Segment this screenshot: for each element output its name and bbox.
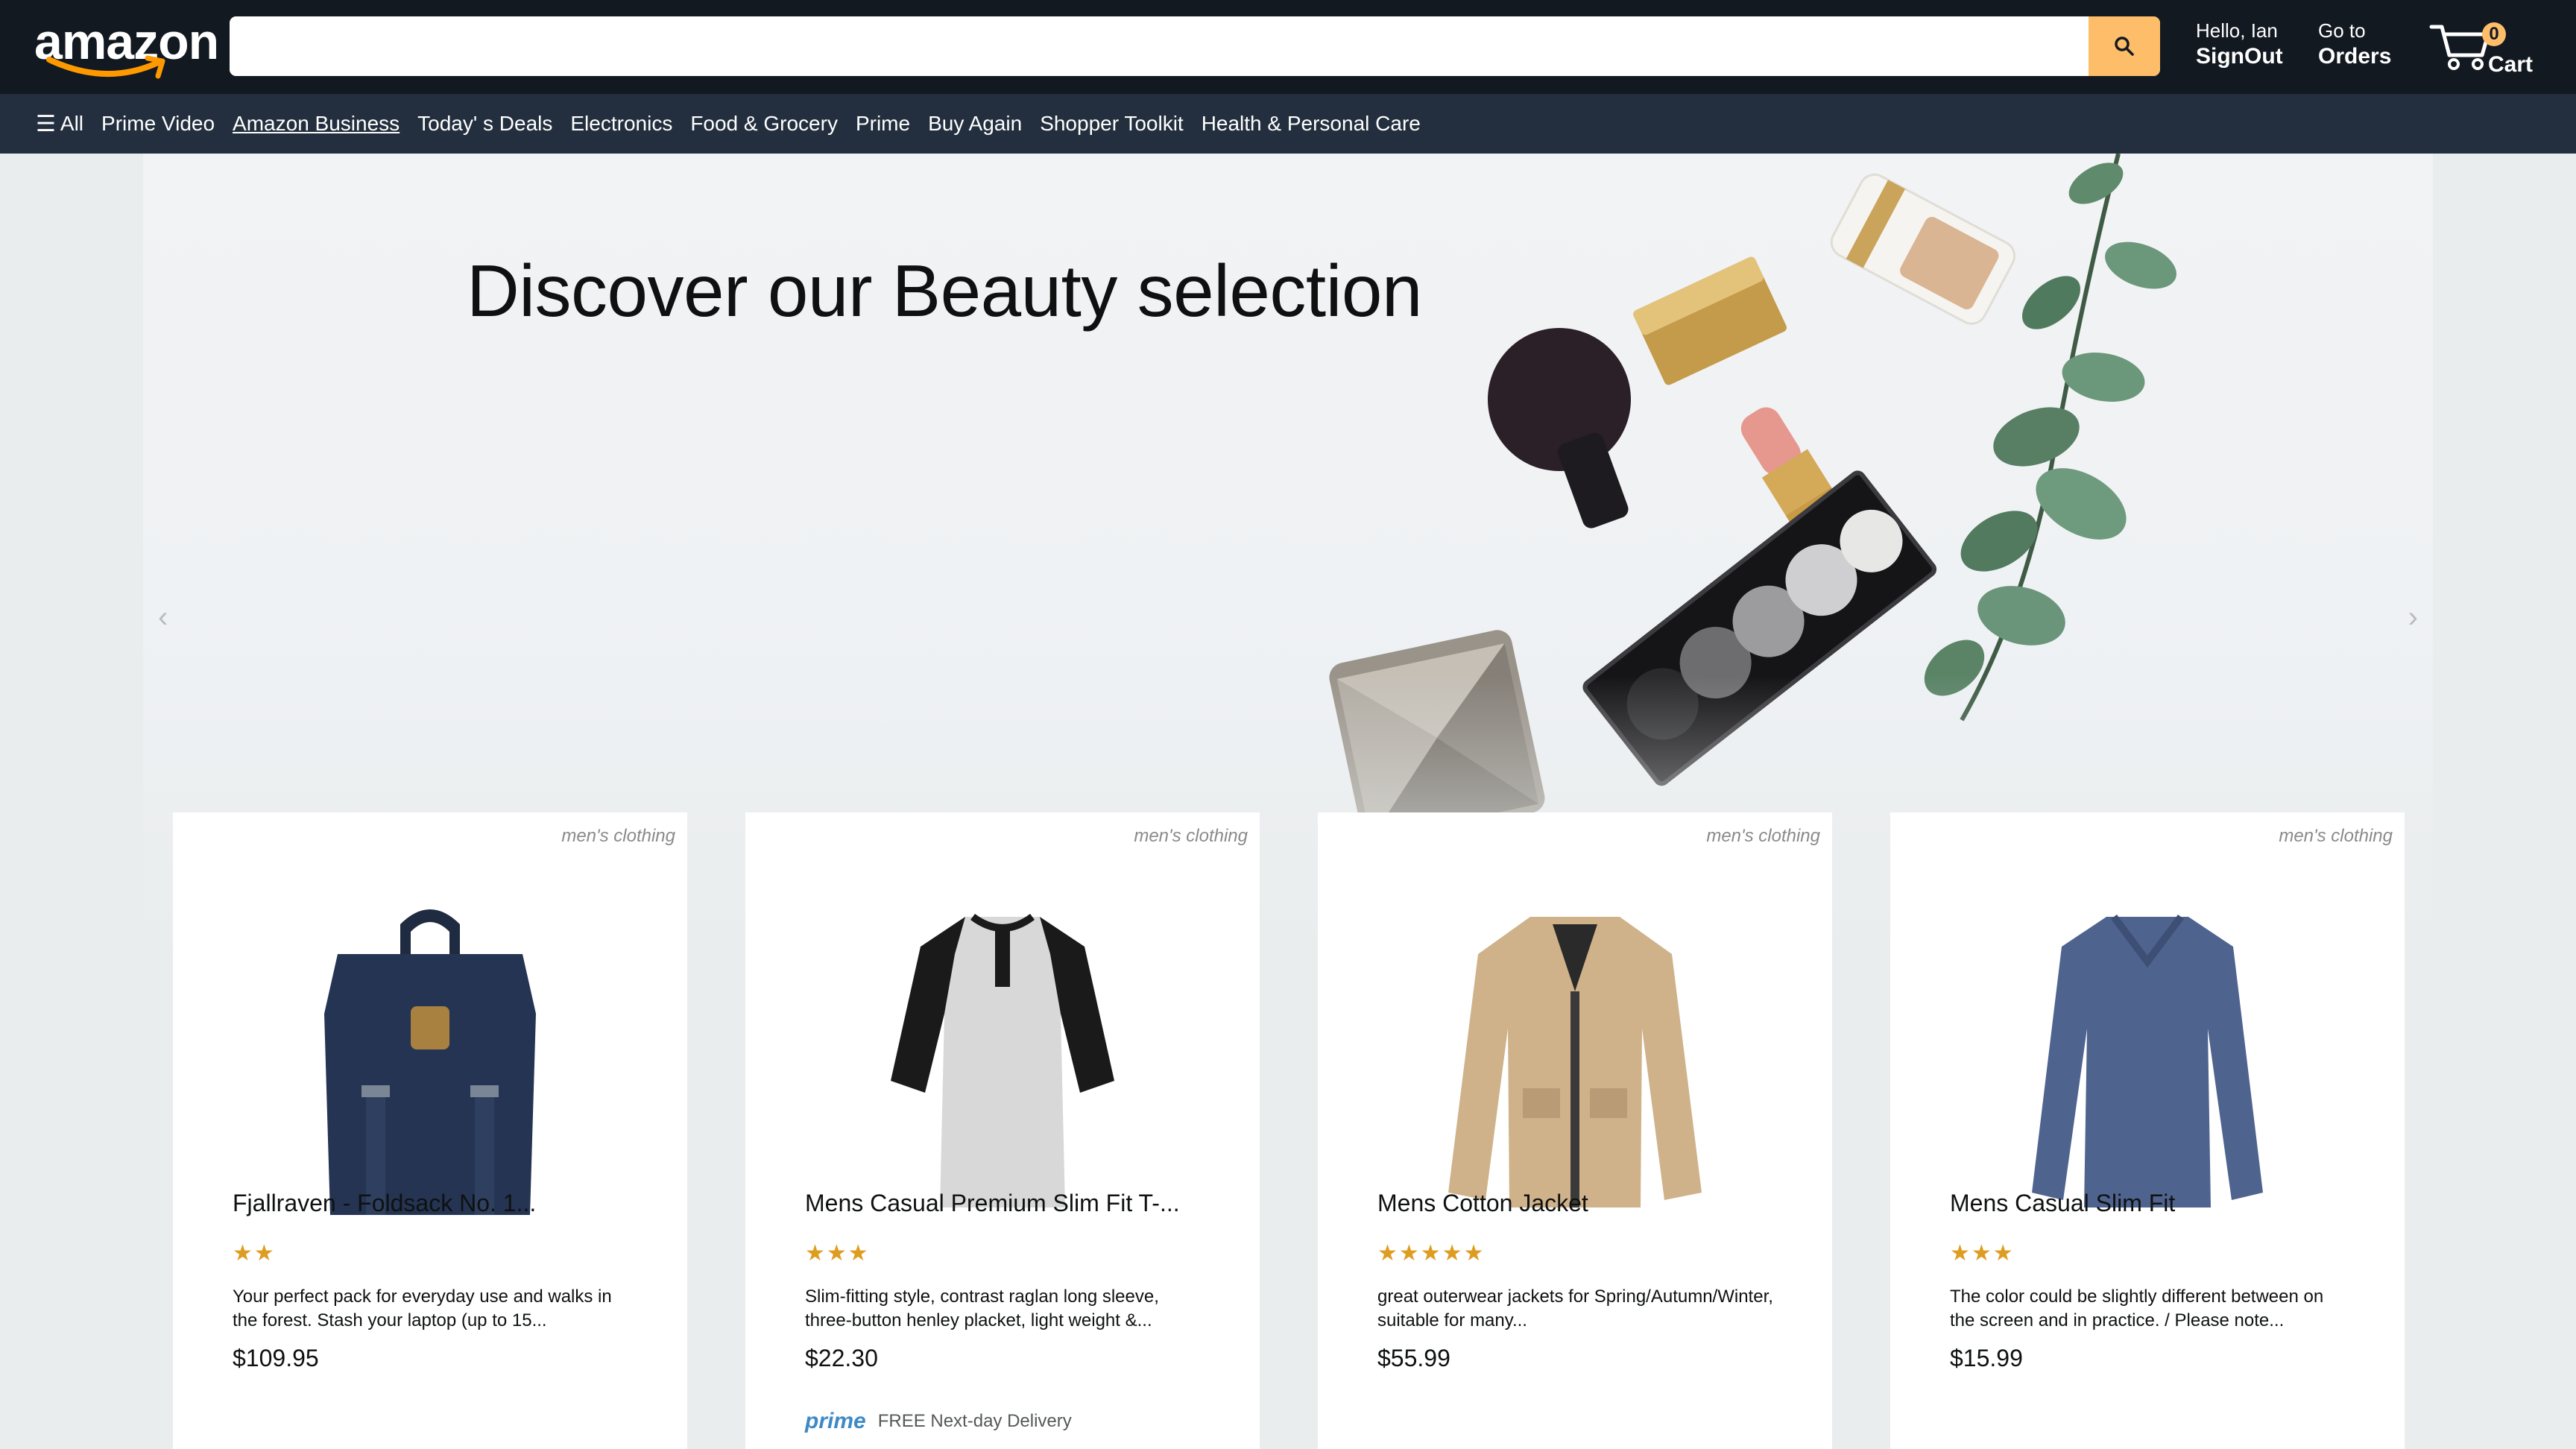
all-menu-button[interactable]: ☰ All — [36, 111, 83, 137]
product-description: Slim-fitting style, contrast raglan long… — [805, 1287, 1159, 1330]
top-header: amazon Hello, Ian SignOut Go to Orders 0… — [0, 0, 2576, 94]
nav-electronics[interactable]: Electronics — [570, 112, 672, 136]
logo-smile-icon — [46, 55, 165, 79]
nav-buy-again[interactable]: Buy Again — [928, 112, 1022, 136]
star-rating: ★★★ — [805, 1241, 870, 1266]
product-title[interactable]: Mens Casual Premium Slim Fit T-... — [805, 1190, 1222, 1217]
star-rating: ★★★ — [1950, 1241, 2015, 1266]
product-category: men's clothing — [2279, 826, 2393, 846]
product-title[interactable]: Mens Casual Slim Fit — [1950, 1190, 2367, 1217]
delivery-text: FREE Next-day Delivery — [877, 1411, 1072, 1431]
amazon-logo[interactable]: amazon — [34, 12, 219, 79]
cart-label: Cart — [2488, 52, 2534, 77]
cart-count-badge: 0 — [2482, 22, 2506, 46]
product-card[interactable]: men's clothing Fjallraven - Foldsack No.… — [173, 812, 687, 1449]
nav-shopper-toolkit[interactable]: Shopper Toolkit — [1040, 112, 1184, 136]
search-button[interactable] — [2089, 16, 2160, 76]
product-card[interactable]: men's clothing Mens Cotton Jacket ★★★★★ … — [1318, 812, 1832, 1449]
orders-big-text: Orders — [2318, 44, 2392, 69]
product-title[interactable]: Mens Cotton Jacket — [1377, 1190, 1795, 1217]
sub-navigation: ☰ All Prime Video Amazon Business Today'… — [0, 94, 2576, 154]
star-rating: ★★★★★ — [1377, 1241, 1486, 1266]
product-price: $55.99 — [1377, 1345, 1450, 1371]
all-menu-label: All — [60, 112, 84, 135]
product-category: men's clothing — [561, 826, 675, 846]
orders-link[interactable]: Go to Orders — [2318, 19, 2391, 72]
star-rating: ★★ — [233, 1241, 276, 1266]
cotton-jacket-image — [1448, 917, 1702, 1208]
slim-fit-shirt-image — [2032, 915, 2263, 1208]
product-price: $109.95 — [233, 1345, 319, 1371]
product-card[interactable]: men's clothing Mens Casual Premium Slim … — [745, 812, 1260, 1449]
search-bar — [230, 16, 2160, 76]
product-category: men's clothing — [1134, 826, 1248, 846]
product-category: men's clothing — [1706, 826, 1820, 846]
backpack-image — [324, 909, 536, 1215]
nav-todays-deals[interactable]: Today' s Deals — [417, 112, 552, 136]
search-input[interactable] — [230, 16, 2089, 76]
search-icon — [2115, 37, 2134, 56]
nav-amazon-business[interactable]: Amazon Business — [233, 112, 400, 136]
prime-delivery-badge: prime FREE Next-day Delivery — [805, 1409, 1072, 1434]
cart-icon — [2429, 25, 2490, 70]
cart-button[interactable]: 0 Cart — [2428, 12, 2570, 83]
product-card[interactable]: men's clothing Mens Casual Slim Fit ★★★ … — [1890, 812, 2405, 1449]
product-price: $15.99 — [1950, 1345, 2023, 1371]
product-description: great outerwear jackets for Spring/Autum… — [1377, 1287, 1773, 1330]
nav-food-grocery[interactable]: Food & Grocery — [690, 112, 838, 136]
henley-shirt-image — [891, 913, 1114, 1208]
product-description: The color could be slightly different be… — [1950, 1287, 2324, 1330]
carousel-prev-icon[interactable]: ‹ — [158, 601, 168, 634]
hamburger-icon: ☰ — [36, 111, 56, 136]
nav-prime-video[interactable]: Prime Video — [101, 112, 215, 136]
prime-logo-icon: prime — [805, 1409, 866, 1433]
orders-small-text: Go to — [2318, 19, 2366, 42]
carousel-next-icon[interactable]: › — [2408, 601, 2418, 634]
product-title[interactable]: Fjallraven - Foldsack No. 1... — [233, 1190, 650, 1217]
nav-prime[interactable]: Prime — [856, 112, 910, 136]
signout-link[interactable]: SignOut — [2196, 42, 2283, 72]
nav-health-personal-care[interactable]: Health & Personal Care — [1202, 112, 1421, 136]
account-signout[interactable]: Hello, Ian SignOut — [2196, 19, 2283, 72]
greeting-text: Hello, Ian — [2196, 19, 2278, 42]
product-description: Your perfect pack for everyday use and w… — [233, 1287, 612, 1330]
product-price: $22.30 — [805, 1345, 878, 1371]
